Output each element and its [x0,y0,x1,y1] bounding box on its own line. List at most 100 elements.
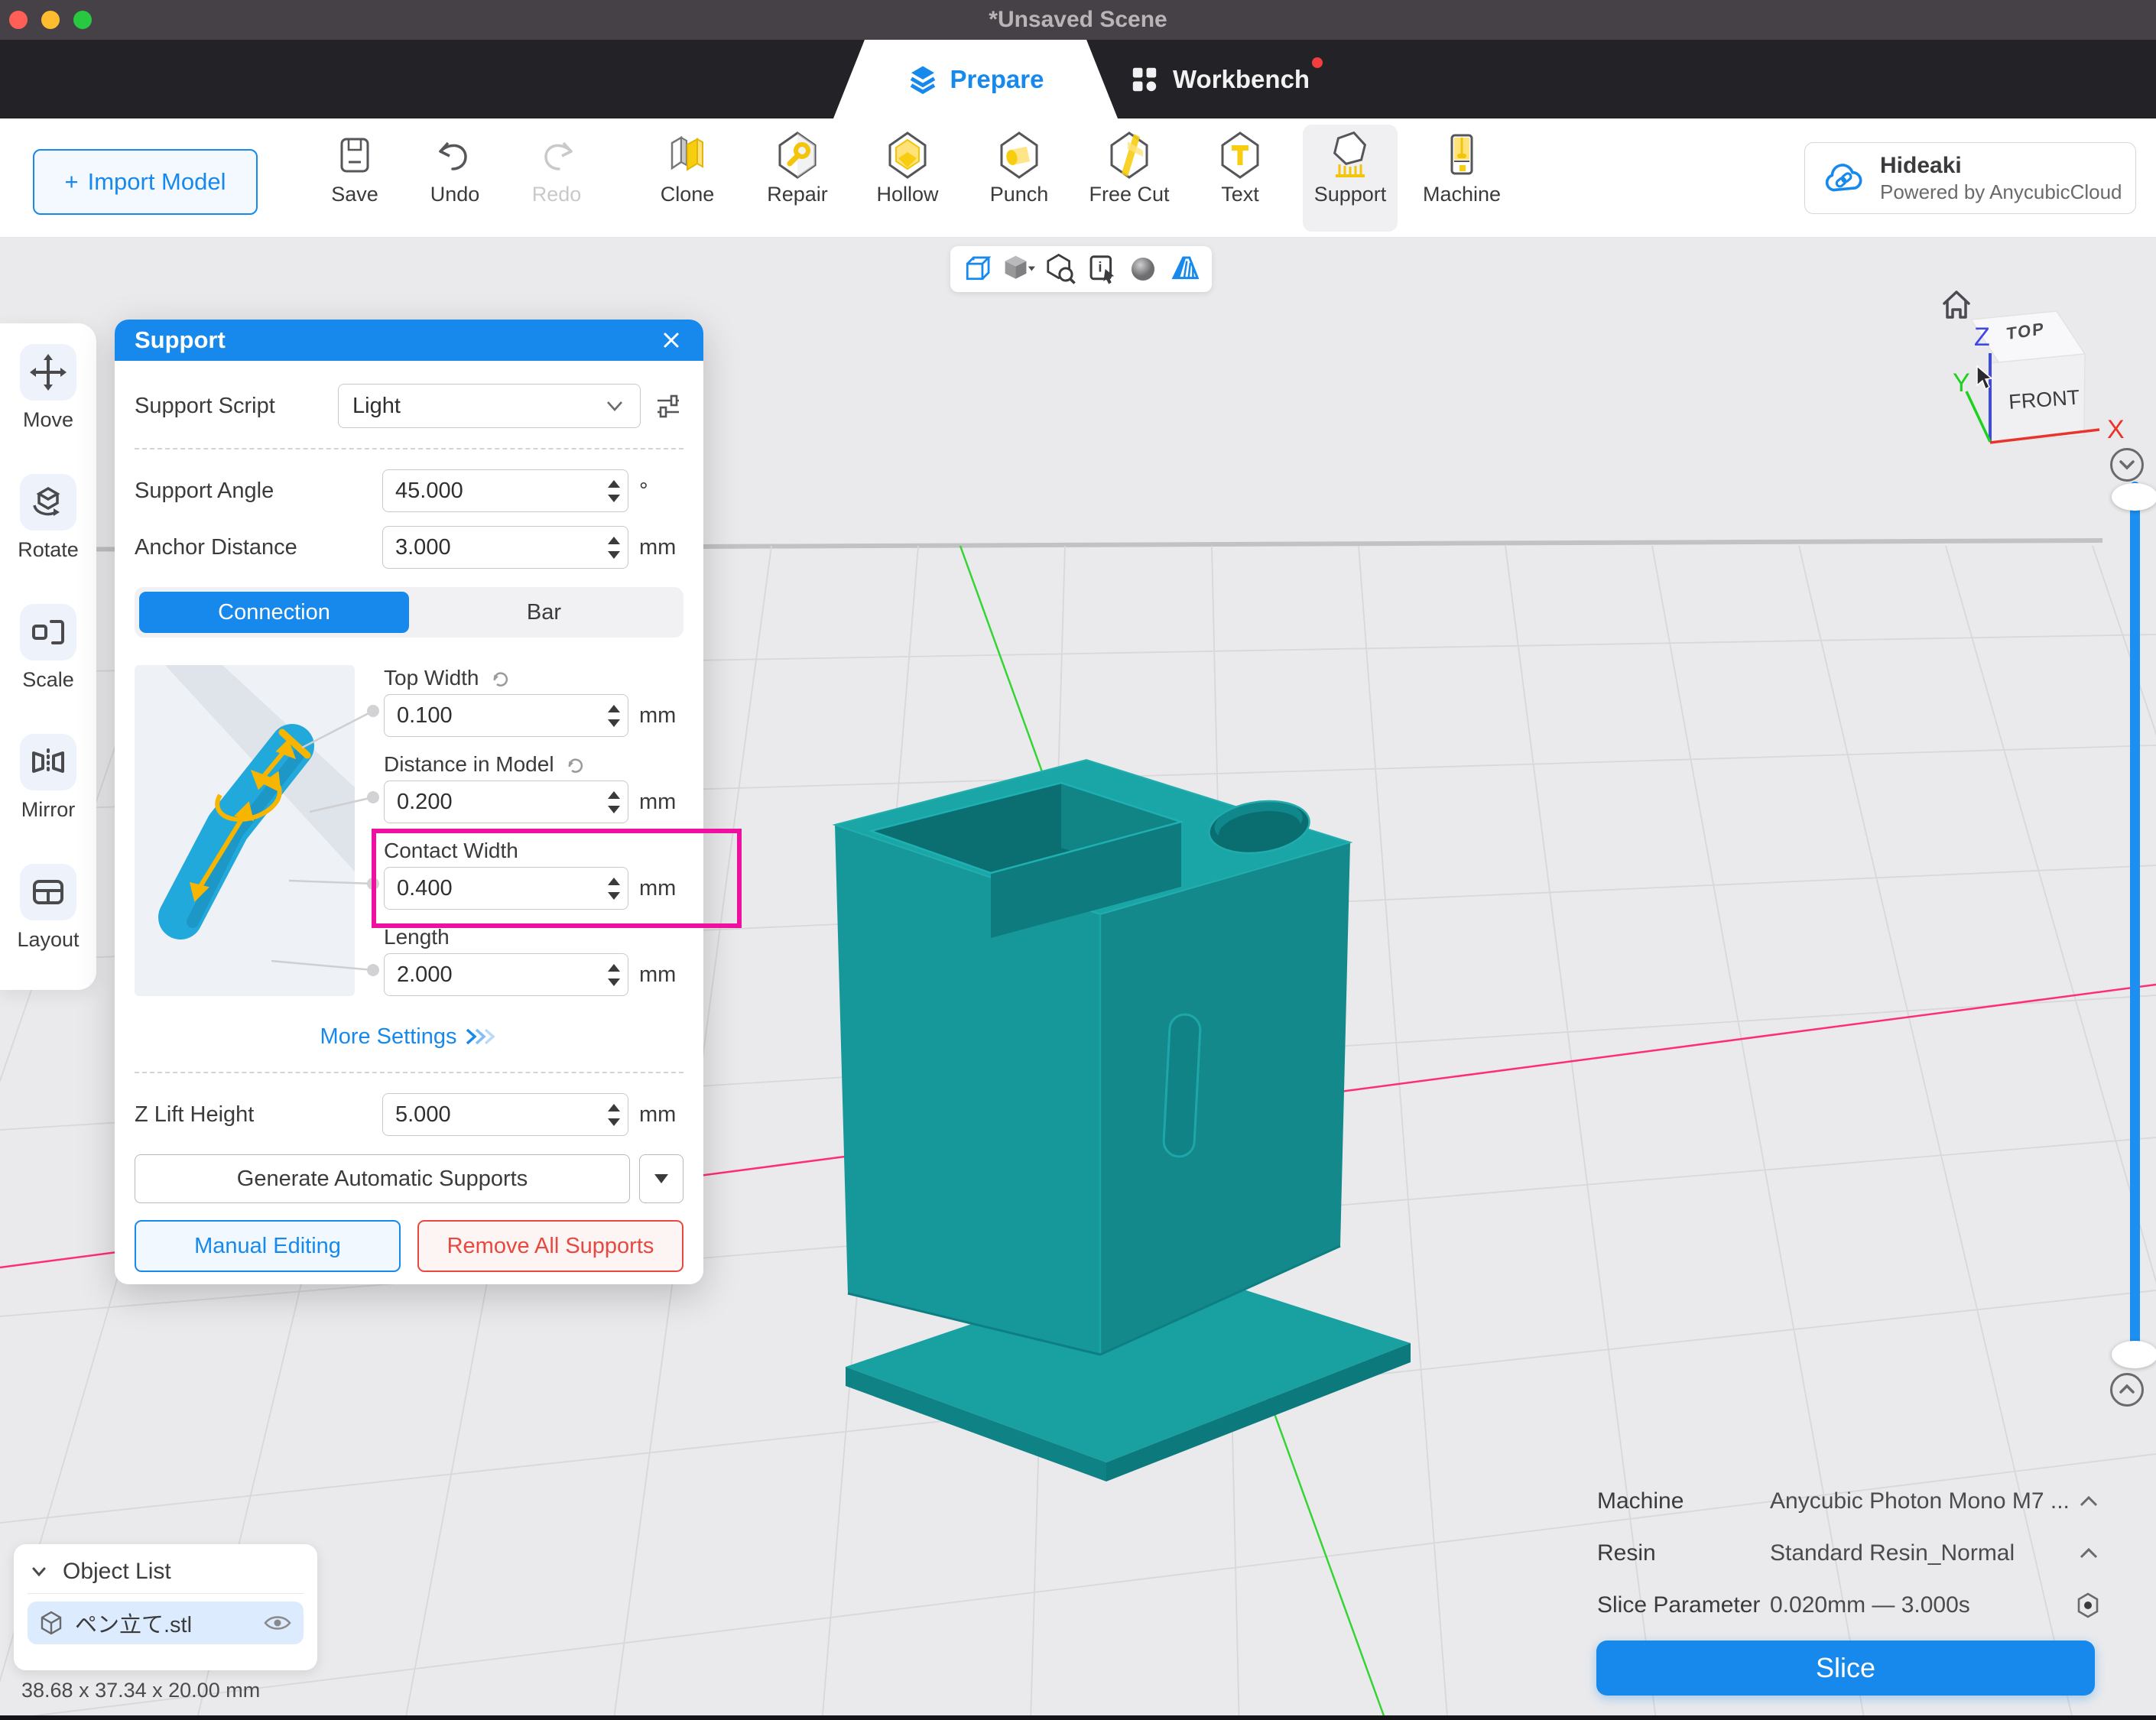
spinner-buttons[interactable] [608,781,620,823]
workbench-notification-dot [1312,57,1323,68]
z-lift-height-input[interactable]: 5.000 [382,1093,628,1136]
account-name: Hideaki [1880,152,2122,180]
clip-expand-button[interactable] [2110,1373,2144,1407]
contact-width-highlight-box [372,829,742,928]
view-cube-gizmo[interactable]: TOP FRONT Z Y X [1927,252,2156,482]
account-card[interactable]: Hideaki Powered by AnycubicCloud [1804,142,2136,214]
redo-icon [532,131,581,180]
top-width-input[interactable]: 0.100 [384,694,628,737]
toolbar-hollow[interactable]: Hollow [860,125,955,232]
transparency-view-icon[interactable] [1168,252,1202,286]
slice-parameter-value: 0.020mm — 3.000s [1770,1592,2074,1618]
tab-workbench[interactable]: Workbench [1130,40,1310,118]
generate-options-dropdown[interactable] [639,1154,683,1203]
sidebar-item-move[interactable]: Move [0,344,96,432]
model-pen-holder[interactable] [835,760,1411,1481]
app-window: TOP FRONT Z Y X [0,0,2156,1720]
toolbar-text[interactable]: Text [1193,125,1287,232]
tab-connection[interactable]: Connection [139,592,409,633]
material-sphere-icon[interactable] [1126,252,1160,286]
account-subtitle: Powered by AnycubicCloud [1880,180,2122,204]
script-settings-icon[interactable] [653,391,683,421]
resin-row[interactable]: Resin Standard Resin_Normal [1597,1538,2102,1569]
manual-editing-button[interactable]: Manual Editing [135,1220,401,1272]
gizmo-z-label: Z [1974,323,1990,352]
toolbar-save[interactable]: Save [307,125,402,232]
chevron-up-icon [2112,1375,2141,1404]
zoom-window-button[interactable] [73,11,92,29]
workbench-grid-icon [1130,65,1159,94]
toolbar-clone[interactable]: Clone [640,125,735,232]
toolbar-free-cut[interactable]: Free Cut [1082,125,1177,232]
object-list-item[interactable]: ペン立て.stl [28,1602,304,1644]
visibility-eye-icon[interactable] [262,1612,293,1634]
chevron-up-icon [2076,1492,2102,1511]
length-input[interactable]: 2.000 [384,953,628,996]
reset-icon[interactable] [489,667,511,690]
top-width-field: Top Width 0.100 mm [384,665,683,737]
divider [135,1072,683,1073]
support-type-tabs: Connection Bar [135,587,683,638]
sidebar-item-scale[interactable]: Scale [0,604,96,692]
save-icon [330,131,379,180]
sidebar-item-mirror[interactable]: Mirror [0,734,96,822]
clip-slider-handle-top[interactable] [2112,483,2156,511]
model-info-icon[interactable]: i [1085,252,1119,286]
tab-prepare[interactable]: Prepare [833,40,1118,118]
slice-parameter-label: Slice Parameter [1597,1592,1770,1618]
more-settings-link[interactable]: More Settings [135,1021,683,1052]
clip-slider-track[interactable] [2130,482,2140,1368]
text-icon [1216,131,1265,180]
spinner-buttons[interactable] [608,695,620,736]
support-angle-unit: ° [628,479,683,504]
minimize-window-button[interactable] [41,11,60,29]
distance-in-model-input[interactable]: 0.200 [384,780,628,823]
slice-button[interactable]: Slice [1596,1640,2095,1696]
support-icon [1326,131,1375,180]
perspective-view-icon[interactable] [960,252,994,286]
machine-row[interactable]: Machine Anycubic Photon Mono M7 ... [1597,1486,2102,1517]
slice-button-label: Slice [1816,1652,1875,1684]
tab-bar[interactable]: Bar [409,592,679,633]
mesh-cube-icon [38,1610,64,1636]
layout-icon [28,872,68,912]
svg-text:i: i [1099,258,1102,274]
reset-icon[interactable] [563,753,586,776]
toolbar-punch[interactable]: Punch [972,125,1067,232]
clip-slider-handle-bottom[interactable] [2112,1341,2156,1368]
tab-workbench-label: Workbench [1173,65,1310,94]
support-dialog-header[interactable]: Support [115,320,703,361]
import-model-button[interactable]: + Import Model [33,149,258,215]
mirror-icon [28,742,68,782]
object-name: ペン立て.stl [75,1607,252,1639]
close-icon[interactable] [659,328,683,352]
toolbar-support[interactable]: Support [1303,125,1398,232]
z-lift-height-row: Z Lift Height 5.000 mm [135,1093,683,1136]
clip-collapse-button[interactable] [2110,448,2144,482]
support-angle-input[interactable]: 45.000 [382,469,628,512]
toolbar-repair[interactable]: Repair [750,125,845,232]
toolbar-undo[interactable]: Undo [407,125,502,232]
spinner-buttons[interactable] [608,470,620,511]
remove-all-supports-button[interactable]: Remove All Supports [417,1220,683,1272]
render-mode-icon[interactable] [1002,252,1035,286]
anchor-distance-unit: mm [628,535,683,560]
rotate-icon [28,482,68,522]
slice-parameter-row[interactable]: Slice Parameter 0.020mm — 3.000s [1597,1590,2102,1621]
toolbar-machine[interactable]: Machine [1414,125,1509,232]
sidebar-item-layout[interactable]: Layout [0,864,96,952]
distance-in-model-field: Distance in Model 0.200 mm [384,751,683,823]
sidebar-item-rotate[interactable]: Rotate [0,474,96,562]
spinner-buttons[interactable] [608,954,620,995]
generate-supports-button[interactable]: Generate Automatic Supports [135,1154,630,1203]
support-script-select[interactable]: Light [338,384,641,428]
parameter-settings-icon[interactable] [2074,1592,2102,1619]
zoom-to-model-icon[interactable] [1044,252,1077,286]
spinner-buttons[interactable] [608,527,620,568]
object-list-header[interactable]: Object List [28,1555,304,1589]
spinner-buttons[interactable] [608,1094,620,1135]
support-script-label: Support Script [135,394,338,419]
close-window-button[interactable] [9,11,28,29]
anchor-distance-input[interactable]: 3.000 [382,526,628,569]
toolbar-redo[interactable]: Redo [509,125,604,232]
